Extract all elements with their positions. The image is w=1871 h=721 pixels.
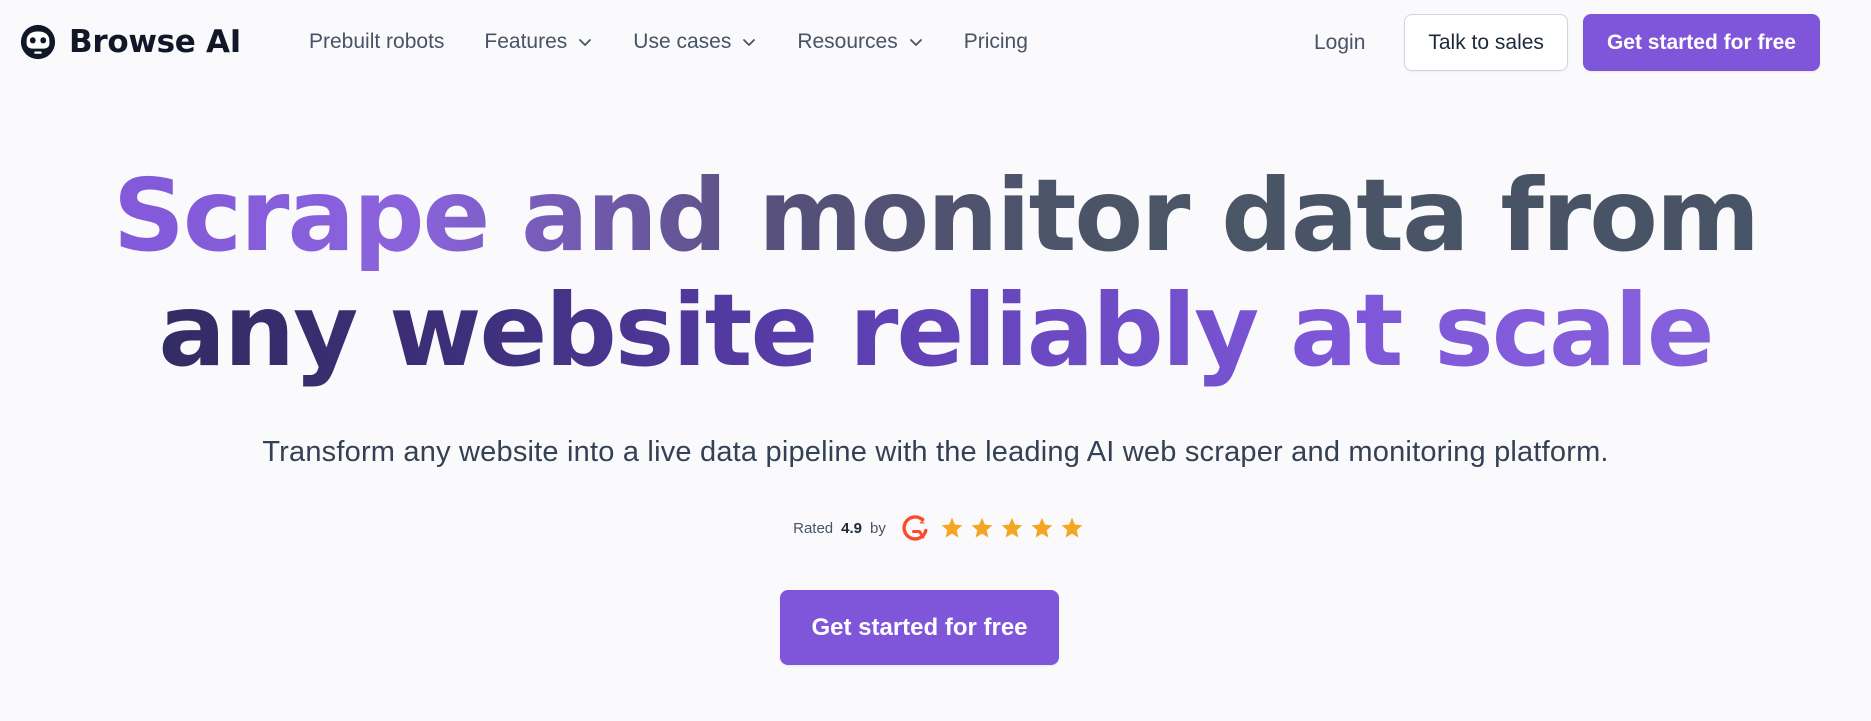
hero-title-line-2: any website reliably at scale [0, 273, 1871, 388]
robot-head-icon [20, 24, 56, 60]
hero-subtitle: Transform any website into a live data p… [262, 436, 1609, 468]
rating-value: 4.9 [841, 519, 863, 537]
brand-logo[interactable]: Browse AI [19, 22, 241, 62]
rating-badge: Rated 4.9 by 2 [0, 510, 1871, 546]
nav-actions: Login Talk to sales Get started for free [1314, 14, 1820, 71]
chevron-down-icon [909, 39, 922, 46]
get-started-hero-button[interactable]: Get started for free [780, 590, 1059, 665]
nav-link-label: Resources [797, 30, 898, 53]
chevron-down-icon [743, 39, 756, 46]
chevron-down-icon [579, 39, 592, 46]
nav-link-features[interactable]: Features [484, 30, 593, 54]
rating-by: by [870, 519, 886, 537]
nav-link-pricing[interactable]: Pricing [964, 30, 1028, 54]
g2-logo-icon: 2 [902, 515, 928, 541]
nav-link-label: Features [484, 30, 568, 53]
star-icon [1061, 517, 1083, 538]
star-icon [1001, 517, 1023, 538]
nav-link-label: Prebuilt robots [309, 30, 445, 53]
nav-link-use-cases[interactable]: Use cases [633, 30, 757, 54]
star-icon [941, 517, 963, 538]
hero-title: Scrape and monitor data from any website… [0, 158, 1871, 388]
nav-link-prebuilt-robots[interactable]: Prebuilt robots [309, 30, 444, 54]
nav-link-label: Use cases [633, 30, 732, 53]
landing-page: Browse AI Prebuilt robots Features Use c… [0, 0, 1871, 721]
hero-title-line-1: Scrape and monitor data from [0, 158, 1871, 273]
top-navigation: Browse AI Prebuilt robots Features Use c… [0, 0, 1871, 84]
svg-text:2: 2 [919, 517, 925, 526]
talk-to-sales-button[interactable]: Talk to sales [1404, 14, 1568, 71]
star-icon [1031, 517, 1053, 538]
nav-link-label: Pricing [963, 30, 1028, 53]
rating-content: Rated 4.9 by 2 [793, 513, 1084, 543]
login-link[interactable]: Login [1314, 31, 1365, 55]
get-started-nav-button[interactable]: Get started for free [1582, 14, 1820, 71]
nav-links: Prebuilt robots Features Use cases Resou… [309, 26, 1068, 58]
rating-prefix: Rated [793, 519, 834, 537]
star-icon [971, 517, 993, 538]
star-rating [940, 516, 1084, 540]
nav-link-resources[interactable]: Resources [797, 30, 923, 54]
brand-name: Browse AI [69, 24, 241, 60]
